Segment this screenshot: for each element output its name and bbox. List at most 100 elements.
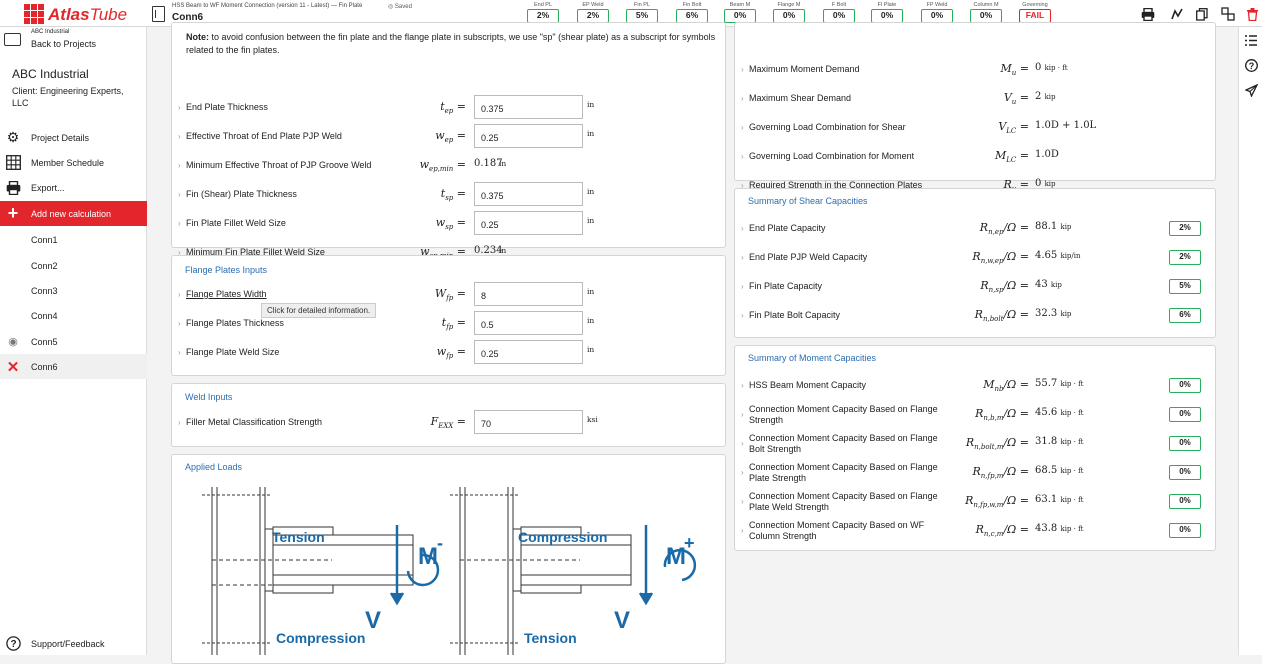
row-label[interactable]: Maximum Moment Demand xyxy=(749,64,949,75)
chevron-right-icon[interactable]: › xyxy=(741,152,744,161)
capacity-ratio-badge[interactable]: 0% xyxy=(1169,494,1201,509)
chevron-right-icon[interactable]: › xyxy=(741,253,744,262)
row-label[interactable]: Fin (Shear) Plate Thickness xyxy=(186,189,297,200)
chevron-right-icon[interactable]: › xyxy=(741,123,744,132)
ratio-fl-plate[interactable]: Fl Plate 0% xyxy=(871,1,903,23)
chevron-right-icon[interactable]: › xyxy=(741,311,744,320)
chevron-right-icon[interactable]: › xyxy=(178,132,181,141)
row-label[interactable]: End Plate Thickness xyxy=(186,102,268,113)
chevron-right-icon[interactable]: › xyxy=(741,468,744,477)
chevron-right-icon[interactable]: › xyxy=(178,348,181,357)
row-label[interactable]: End Plate Capacity xyxy=(749,223,949,234)
sidebar-item-conn6[interactable]: ✕ Conn6 xyxy=(0,354,147,379)
sidebar-item-project-details[interactable]: ⚙ Project Details xyxy=(0,125,147,150)
row-label[interactable]: End Plate PJP Weld Capacity xyxy=(749,252,949,263)
row-label[interactable]: Connection Moment Capacity Based on Flan… xyxy=(749,404,939,426)
row-label[interactable]: Governing Load Combination for Moment xyxy=(749,151,949,162)
ratio-f-bolt[interactable]: F Bolt 0% xyxy=(823,1,855,23)
capacity-ratio-badge[interactable]: 0% xyxy=(1169,465,1201,480)
chart-icon[interactable] xyxy=(1169,6,1185,22)
chevron-right-icon[interactable]: › xyxy=(741,65,744,74)
capacity-ratio-badge[interactable]: 0% xyxy=(1169,436,1201,451)
row-label[interactable]: Governing Load Combination for Shear xyxy=(749,122,949,133)
chevron-right-icon[interactable]: › xyxy=(178,219,181,228)
ratio-fin-pl[interactable]: Fin PL 5% xyxy=(626,1,658,23)
row-input[interactable]: 0.25 xyxy=(474,340,583,364)
sidebar-item-conn5[interactable]: ◉ Conn5 xyxy=(0,329,147,354)
row-input[interactable]: 70 xyxy=(474,410,583,434)
chevron-right-icon[interactable]: › xyxy=(741,224,744,233)
row-label[interactable]: Minimum Effective Throat of PJP Groove W… xyxy=(186,160,371,171)
row-label[interactable]: Connection Moment Capacity Based on Flan… xyxy=(749,433,939,455)
list-icon[interactable] xyxy=(1244,33,1258,47)
chevron-right-icon[interactable]: › xyxy=(178,103,181,112)
row-label[interactable]: Effective Throat of End Plate PJP Weld xyxy=(186,131,342,142)
capacity-ratio-badge[interactable]: 2% xyxy=(1169,221,1201,236)
row-input[interactable]: 0.5 xyxy=(474,311,583,335)
chevron-right-icon[interactable]: › xyxy=(178,161,181,170)
chevron-right-icon[interactable]: › xyxy=(741,439,744,448)
sidebar-item-conn2[interactable]: Conn2 xyxy=(0,253,147,278)
ratio-label: Fin PL xyxy=(634,2,650,8)
ratio-ep-weld[interactable]: EP Weld 2% xyxy=(577,1,609,23)
row-label[interactable]: Connection Moment Capacity Based on Flan… xyxy=(749,491,939,513)
ratio-flange-m[interactable]: Flange M 0% xyxy=(773,1,805,23)
ratio-beam-m[interactable]: Beam M 0% xyxy=(724,1,756,23)
chevron-right-icon[interactable]: › xyxy=(178,418,181,427)
capacity-ratio-badge[interactable]: 6% xyxy=(1169,308,1201,323)
row-input[interactable]: 0.375 xyxy=(474,182,583,206)
note-text: to avoid confusion between the fin plate… xyxy=(186,32,716,55)
row-label[interactable]: Fin Plate Bolt Capacity xyxy=(749,310,949,321)
atlas-tube-logo[interactable]: AtlasTube xyxy=(24,4,127,24)
row-label[interactable]: Flange Plate Weld Size xyxy=(186,347,279,358)
row-input[interactable]: 0.375 xyxy=(474,95,583,119)
row-input[interactable]: 0.25 xyxy=(474,211,583,235)
sidebar-item-conn1[interactable]: Conn1 xyxy=(0,227,147,252)
capacity-ratio-badge[interactable]: 5% xyxy=(1169,279,1201,294)
chevron-right-icon[interactable]: › xyxy=(741,526,744,535)
row-label[interactable]: Flange Plates Thickness xyxy=(186,318,284,329)
ratio-fin-bolt[interactable]: Fin Bolt 6% xyxy=(676,1,708,23)
sidebar-item-member-schedule[interactable]: Member Schedule xyxy=(0,150,147,175)
send-icon[interactable] xyxy=(1244,83,1258,97)
ratio-end-pl[interactable]: End PL 2% xyxy=(527,1,559,23)
back-to-projects-link[interactable]: Back to Projects xyxy=(31,39,96,49)
row-label[interactable]: Fin Plate Fillet Weld Size xyxy=(186,218,286,229)
row-number: 32.3 xyxy=(1035,308,1058,319)
share-icon[interactable] xyxy=(1220,6,1236,22)
row-label[interactable]: Flange Plates Width xyxy=(186,289,267,300)
row-label[interactable]: Maximum Shear Demand xyxy=(749,93,949,104)
row-label[interactable]: HSS Beam Moment Capacity xyxy=(749,380,949,391)
chevron-right-icon[interactable]: › xyxy=(741,381,744,390)
row-label[interactable]: Connection Moment Capacity Based on Flan… xyxy=(749,462,939,484)
sidebar-item-conn3[interactable]: Conn3 xyxy=(0,278,147,303)
ratio-column-m[interactable]: Column M 0% xyxy=(970,1,1002,23)
capacity-ratio-badge[interactable]: 0% xyxy=(1169,407,1201,422)
sidebar-item-export[interactable]: Export... xyxy=(0,175,147,200)
ratio-fp-weld[interactable]: FP Weld 0% xyxy=(921,1,953,23)
chevron-right-icon[interactable]: › xyxy=(178,290,181,299)
chevron-right-icon[interactable]: › xyxy=(741,94,744,103)
chevron-right-icon[interactable]: › xyxy=(741,497,744,506)
sidebar-item-conn4[interactable]: Conn4 xyxy=(0,303,147,328)
row-label[interactable]: Fin Plate Capacity xyxy=(749,281,949,292)
chevron-right-icon[interactable]: › xyxy=(178,190,181,199)
row-input[interactable]: 8 xyxy=(474,282,583,306)
chevron-right-icon[interactable]: › xyxy=(741,410,744,419)
row-label[interactable]: Connection Moment Capacity Based on WF C… xyxy=(749,520,939,542)
folder-icon[interactable] xyxy=(4,33,21,46)
capacity-ratio-badge[interactable]: 2% xyxy=(1169,250,1201,265)
capacity-ratio-badge[interactable]: 0% xyxy=(1169,523,1201,538)
chevron-right-icon[interactable]: › xyxy=(178,319,181,328)
capacity-ratio-badge[interactable]: 0% xyxy=(1169,378,1201,393)
ratio-governing[interactable]: Governing FAIL xyxy=(1019,1,1051,23)
copy-icon[interactable] xyxy=(1194,6,1210,22)
print-icon[interactable] xyxy=(1140,6,1156,22)
row-label[interactable]: Filler Metal Classification Strength xyxy=(186,417,322,428)
support-feedback-link[interactable]: ? Support/Feedback xyxy=(0,631,147,656)
add-new-calculation-button[interactable]: + Add new calculation xyxy=(0,201,147,226)
chevron-right-icon[interactable]: › xyxy=(741,282,744,291)
delete-icon[interactable] xyxy=(1244,6,1260,22)
row-input[interactable]: 0.25 xyxy=(474,124,583,148)
help-circle-icon[interactable]: ? xyxy=(1244,58,1258,72)
